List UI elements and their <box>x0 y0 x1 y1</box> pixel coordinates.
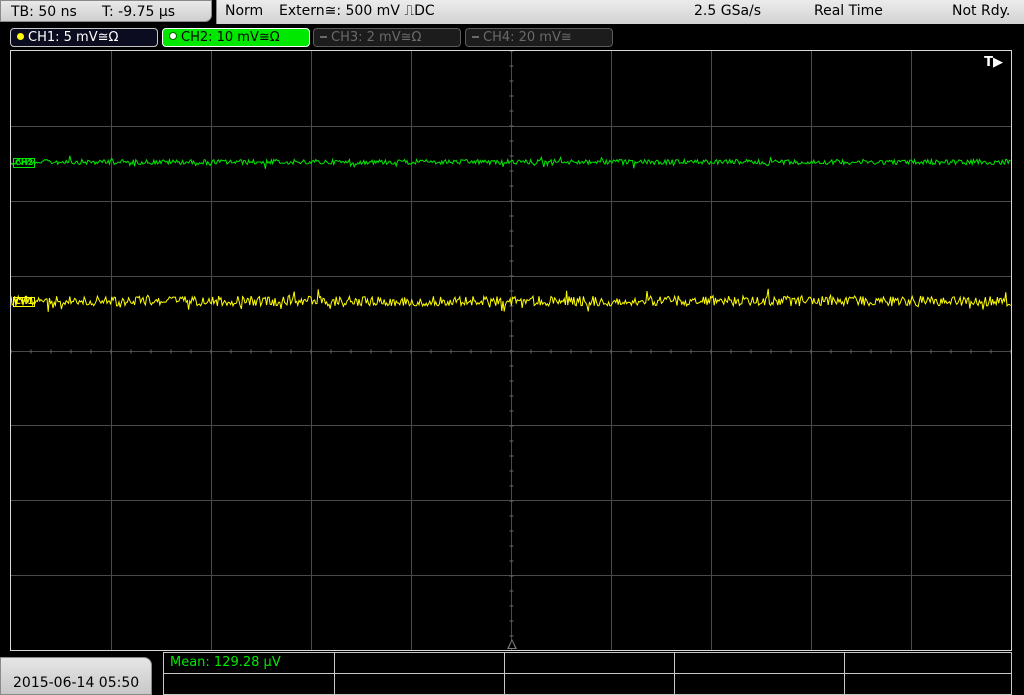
trigger-position-marker-icon: T▶ <box>984 55 1003 70</box>
measurement-cell[interactable] <box>335 653 505 674</box>
mean-measurement: Mean: 129.28 µV <box>170 655 281 670</box>
channel-1-trace <box>11 288 1011 312</box>
trigger-source-label: Extern≅: 500 mV ⎍DC <box>279 3 435 19</box>
trigger-time-label: T: -9.75 µs <box>102 4 176 20</box>
channel-4-label: CH4: 20 mV≅ <box>483 30 572 45</box>
measurement-table: Mean: 129.28 µV <box>163 652 1012 695</box>
channel-4-indicator-icon <box>472 36 479 38</box>
measurement-cell[interactable] <box>505 674 675 695</box>
channel-2-indicator-icon <box>169 32 177 40</box>
measurement-cell[interactable] <box>675 674 845 695</box>
datetime-panel: 2015-06-14 05:50 <box>0 657 152 695</box>
measurement-cell[interactable] <box>675 653 845 674</box>
channel-1-indicator-icon <box>17 33 24 40</box>
graticule-grid <box>11 51 1011 650</box>
trigger-level-arrow-icon <box>507 639 517 649</box>
status-bar: TB: 50 ns T: -9.75 µs Norm Extern≅: 500 … <box>0 0 1024 25</box>
sample-rate-label: 2.5 GSa/s <box>694 3 762 19</box>
channel-1-offset-marker[interactable]: CH1 <box>13 297 35 307</box>
measurement-cell[interactable] <box>164 674 335 695</box>
timebase-label: TB: 50 ns <box>11 4 77 20</box>
measurement-cell[interactable] <box>505 653 675 674</box>
channel-2-label: CH2: 10 mV≅Ω <box>181 30 280 45</box>
measurement-cell[interactable] <box>335 674 505 695</box>
channel-3-tab[interactable]: CH3: 2 mV≅Ω <box>313 28 461 47</box>
datetime-label: 2015-06-14 05:50 <box>13 675 140 691</box>
channel-1-tab[interactable]: CH1: 5 mV≅Ω <box>10 28 158 47</box>
run-state-label: Not Rdy. <box>952 3 1011 19</box>
trigger-status-panel[interactable]: Norm Extern≅: 500 mV ⎍DC 2.5 GSa/s Real … <box>216 0 1024 24</box>
oscilloscope-screen: TB: 50 ns T: -9.75 µs Norm Extern≅: 500 … <box>0 0 1024 695</box>
channel-3-indicator-icon <box>320 36 327 38</box>
waveform-display[interactable]: T▶ CH2 CH1 <box>10 50 1012 651</box>
channel-1-label: CH1: 5 mV≅Ω <box>28 30 119 45</box>
timebase-panel[interactable]: TB: 50 ns T: -9.75 µs <box>0 0 212 22</box>
measurement-cell[interactable] <box>845 674 1012 695</box>
sampling-mode-label: Real Time <box>814 3 883 19</box>
measurement-cell[interactable] <box>845 653 1012 674</box>
channel-2-trace <box>11 155 1011 169</box>
channel-4-tab[interactable]: CH4: 20 mV≅ <box>465 28 613 47</box>
channel-2-offset-marker[interactable]: CH2 <box>13 158 35 168</box>
channel-3-label: CH3: 2 mV≅Ω <box>331 30 422 45</box>
measurement-cell[interactable]: Mean: 129.28 µV <box>164 653 335 674</box>
channel-2-tab[interactable]: CH2: 10 mV≅Ω <box>162 28 310 47</box>
acquire-mode-label: Norm <box>225 3 264 19</box>
